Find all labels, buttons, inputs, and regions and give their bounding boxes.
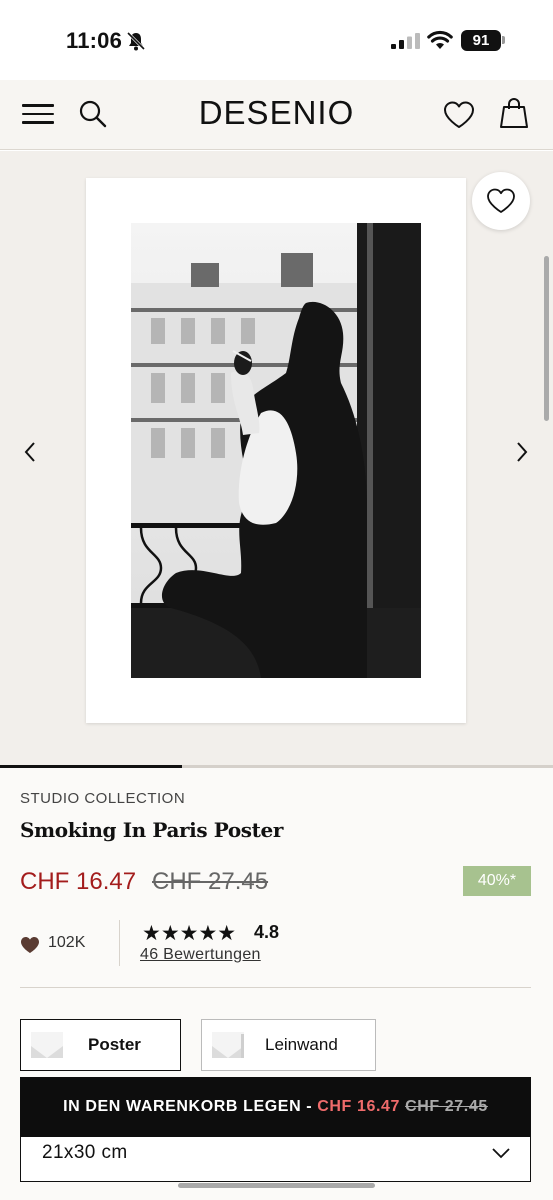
- star-rating-icon: ★★★★★: [142, 922, 237, 945]
- poster-thumbnail-icon: [31, 1032, 63, 1058]
- product-image: [131, 223, 421, 678]
- add-to-cart-button[interactable]: IN DEN WARENKORB LEGEN - CHF 16.47 CHF 2…: [20, 1077, 531, 1137]
- battery-indicator: 91: [461, 30, 501, 51]
- shopping-bag-icon[interactable]: [499, 97, 529, 129]
- chevron-left-icon[interactable]: [20, 439, 40, 465]
- heart-outline-icon: [487, 188, 515, 213]
- add-to-cart-original-price: CHF 27.45: [405, 1098, 488, 1115]
- size-select[interactable]: 21x30 cm: [20, 1137, 531, 1182]
- bell-off-icon: [126, 31, 146, 51]
- wishlist-heart-icon[interactable]: [443, 100, 475, 130]
- sale-price: CHF 16.47: [20, 868, 137, 895]
- page-scrollbar[interactable]: [544, 256, 549, 421]
- option-poster-label: Poster: [88, 1035, 141, 1054]
- product-info: STUDIO COLLECTION Smoking In Paris Poste…: [0, 768, 553, 1200]
- option-canvas-label: Leinwand: [265, 1035, 338, 1054]
- cellular-signal-icon: [391, 33, 420, 49]
- product-title: Smoking In Paris Poster: [20, 818, 283, 842]
- product-gallery[interactable]: [0, 151, 553, 765]
- size-select-value: 21x30 cm: [42, 1142, 128, 1163]
- wifi-icon: [427, 30, 453, 49]
- canvas-thumbnail-icon: [212, 1032, 244, 1058]
- site-header: DESENIO: [0, 80, 553, 150]
- option-poster-button[interactable]: Poster: [20, 1019, 181, 1071]
- divider: [119, 920, 120, 966]
- add-to-cart-sale-price: CHF 16.47: [317, 1098, 401, 1115]
- home-indicator[interactable]: [178, 1183, 375, 1188]
- divider: [20, 987, 531, 988]
- likes-value: 102K: [48, 934, 86, 951]
- rating-value: 4.8: [254, 922, 280, 942]
- poster-frame: [86, 178, 466, 723]
- chevron-down-icon: [492, 1148, 510, 1159]
- battery-nub: [502, 36, 505, 44]
- collection-label[interactable]: STUDIO COLLECTION: [20, 790, 185, 807]
- status-time: 11:06: [66, 28, 123, 53]
- add-to-wishlist-button[interactable]: [472, 172, 530, 230]
- discount-badge: 40%*: [463, 866, 531, 896]
- reviews-link[interactable]: 46 Bewertungen: [140, 946, 261, 964]
- original-price: CHF 27.45: [152, 868, 269, 895]
- heart-filled-icon: [21, 937, 39, 953]
- chevron-right-icon[interactable]: [512, 439, 532, 465]
- status-bar: 11:06 91: [0, 0, 553, 80]
- option-canvas-button[interactable]: Leinwand: [201, 1019, 376, 1071]
- add-to-cart-label: IN DEN WARENKORB LEGEN -: [63, 1098, 318, 1115]
